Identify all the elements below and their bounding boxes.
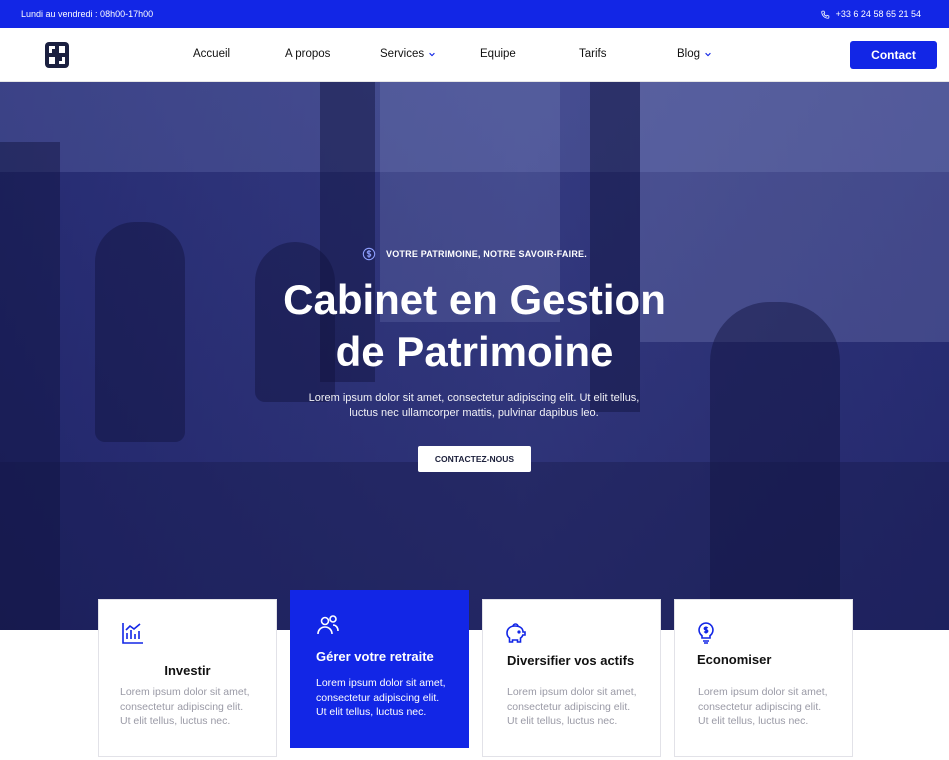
card-text-line: Lorem ipsum dolor sit amet, [316, 677, 446, 689]
nav-item-services[interactable]: Services [380, 48, 436, 60]
hero-title: Cabinet en Gestion de Patrimoine [0, 274, 949, 378]
service-card-economiser[interactable]: Economiser Lorem ipsum dolor sit amet, c… [674, 599, 853, 757]
nav-item-label: Blog [677, 48, 701, 60]
service-card-investir[interactable]: Investir Lorem ipsum dolor sit amet, con… [98, 599, 277, 757]
card-title: Investir [164, 663, 211, 678]
card-title: Economiser [697, 652, 772, 667]
card-text-line: consectetur adipiscing elit. [316, 691, 440, 704]
piggy-bank-icon [506, 623, 526, 643]
phone-link[interactable]: +33 6 24 58 65 21 54 [820, 9, 921, 19]
chart-icon [122, 623, 143, 644]
hero-eyebrow-text: VOTRE PATRIMOINE, NOTRE SAVOIR-FAIRE. [386, 249, 587, 259]
top-info-bar: Lundi au vendredi : 08h00-17h00 +33 6 24… [0, 0, 949, 28]
nav-item-accueil[interactable]: Accueil [193, 48, 230, 60]
nav-item-label: Accueil [193, 48, 231, 60]
chevron-down-icon [705, 52, 711, 57]
nav-item-label: Services [380, 48, 425, 60]
card-text-line: Lorem ipsum dolor sit amet, [698, 686, 828, 698]
card-text: Lorem ipsum dolor sit amet, consectetur … [120, 685, 250, 729]
hero-title-line: de Patrimoine [335, 328, 614, 375]
hero-title-line: Cabinet en Gestion [283, 276, 666, 323]
card-text: Lorem ipsum dolor sit amet, consectetur … [698, 685, 828, 729]
nav-item-label: Equipe [480, 48, 516, 60]
service-card-diversifier[interactable]: Diversifier vos actifs Lorem ipsum dolor… [482, 599, 661, 757]
card-text-line: consectetur adipiscing elit. [120, 700, 244, 713]
nav-item-label: A propos [285, 48, 331, 60]
main-navbar: Accueil A propos Services Equipe Tarifs … [0, 28, 949, 82]
hero-eyebrow: VOTRE PATRIMOINE, NOTRE SAVOIR-FAIRE. [0, 247, 949, 261]
hero-description-line: Lorem ipsum dolor sit amet, consectetur … [308, 392, 640, 404]
hero-description: Lorem ipsum dolor sit amet, consectetur … [274, 391, 674, 420]
phone-icon [820, 10, 829, 19]
nav-item-equipe[interactable]: Equipe [480, 48, 516, 60]
card-title: Gérer votre retraite [316, 649, 434, 664]
card-text-line: Ut elit tellus, luctus nec. [120, 715, 231, 727]
service-card-retraite[interactable]: Gérer votre retraite Lorem ipsum dolor s… [290, 590, 469, 748]
dollar-coin-icon [362, 247, 376, 261]
card-text-line: Ut elit tellus, luctus nec. [316, 706, 427, 718]
hero-content: VOTRE PATRIMOINE, NOTRE SAVOIR-FAIRE. Ca… [0, 82, 949, 630]
card-text-line: consectetur adipiscing elit. [698, 700, 822, 713]
card-text-line: Ut elit tellus, luctus nec. [507, 715, 618, 727]
card-text-line: consectetur adipiscing elit. [507, 700, 631, 713]
chevron-down-icon [429, 52, 435, 57]
nav-item-a-propos[interactable]: A propos [285, 48, 330, 60]
hero-description-line: luctus nec ullamcorper mattis, pulvinar … [349, 406, 599, 419]
hero-section: VOTRE PATRIMOINE, NOTRE SAVOIR-FAIRE. Ca… [0, 82, 949, 630]
phone-number: +33 6 24 58 65 21 54 [835, 9, 921, 19]
card-text-line: Lorem ipsum dolor sit amet, [120, 686, 250, 698]
card-title: Diversifier vos actifs [507, 653, 635, 668]
card-text: Lorem ipsum dolor sit amet, consectetur … [507, 685, 637, 729]
card-text-line: Ut elit tellus, luctus nec. [698, 715, 809, 727]
users-icon [317, 615, 339, 635]
contact-button[interactable]: Contact [850, 41, 937, 69]
nav-item-tarifs[interactable]: Tarifs [579, 48, 606, 60]
lightbulb-dollar-icon [698, 622, 714, 644]
card-text: Lorem ipsum dolor sit amet, consectetur … [316, 676, 446, 720]
nav-item-label: Tarifs [579, 48, 607, 60]
opening-hours: Lundi au vendredi : 08h00-17h00 [21, 9, 154, 19]
logo-icon[interactable] [44, 41, 70, 69]
card-text-line: Lorem ipsum dolor sit amet, [507, 686, 637, 698]
contact-us-button[interactable]: CONTACTEZ-NOUS [418, 446, 531, 472]
nav-item-blog[interactable]: Blog [677, 48, 712, 60]
